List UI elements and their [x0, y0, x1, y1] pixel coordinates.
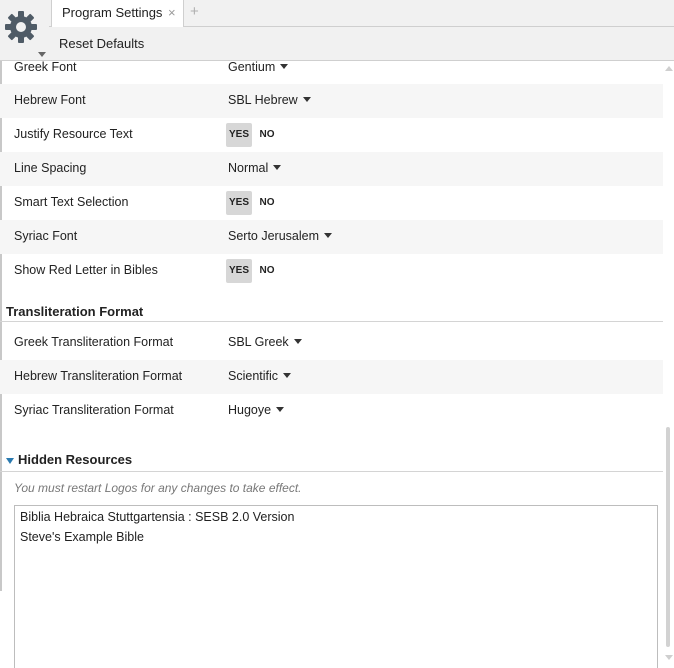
section-heading-hidden-resources: Hidden Resources	[18, 452, 133, 467]
toggle-no[interactable]: NO	[252, 123, 282, 147]
add-tab-icon[interactable]: +	[190, 3, 199, 20]
syriac-font-dropdown[interactable]: Serto Jerusalem	[228, 229, 333, 243]
hebrew-transliteration-dropdown[interactable]: Scientific	[228, 369, 292, 383]
tab-strip: Program Settings × +	[49, 0, 674, 27]
dropdown-value: SBL Greek	[228, 335, 289, 349]
dropdown-value: Gentium	[228, 61, 276, 74]
scroll-up-icon[interactable]	[665, 66, 673, 71]
red-letter-toggle: YES NO	[226, 259, 282, 283]
settings-panel: Greek Font Gentium Hebrew Font SBL Hebre…	[0, 61, 663, 668]
justify-text-toggle: YES NO	[226, 123, 282, 147]
setting-row: Hebrew Font SBL Hebrew	[0, 84, 663, 118]
setting-row: Line Spacing Normal	[0, 152, 663, 186]
setting-label: Show Red Letter in Bibles	[14, 263, 158, 277]
setting-row: Greek Font Gentium	[0, 61, 663, 85]
tab-label: Program Settings	[62, 5, 163, 20]
dropdown-arrow-icon	[280, 64, 289, 69]
top-toolbar: Program Settings × + Reset Defaults	[0, 0, 674, 61]
greek-transliteration-dropdown[interactable]: SBL Greek	[228, 335, 302, 349]
section-heading-transliteration: Transliteration Format	[6, 304, 144, 319]
dropdown-arrow-icon	[273, 165, 282, 170]
dropdown-arrow-icon	[293, 339, 302, 344]
setting-row: Show Red Letter in Bibles YES NO	[0, 254, 663, 288]
dropdown-value: Scientific	[228, 369, 279, 383]
setting-label: Syriac Font	[14, 229, 78, 243]
line-spacing-dropdown[interactable]: Normal	[228, 161, 282, 175]
dropdown-arrow-icon	[302, 97, 311, 102]
close-icon[interactable]: ×	[168, 5, 176, 20]
dropdown-value: Hugoye	[228, 403, 272, 417]
setting-row: Syriac Transliteration Format Hugoye	[0, 394, 663, 428]
tab-program-settings[interactable]: Program Settings ×	[51, 0, 184, 27]
restart-hint: You must restart Logos for any changes t…	[14, 481, 302, 495]
setting-row: Greek Transliteration Format SBL Greek	[0, 326, 663, 360]
dropdown-arrow-icon	[324, 233, 333, 238]
section-divider	[0, 321, 663, 322]
toggle-no[interactable]: NO	[252, 259, 282, 283]
toggle-yes[interactable]: YES	[226, 123, 252, 147]
setting-label: Hebrew Font	[14, 93, 86, 107]
list-item[interactable]: Steve's Example Bible	[15, 527, 657, 547]
hebrew-font-dropdown[interactable]: SBL Hebrew	[228, 93, 311, 107]
dropdown-value: Normal	[228, 161, 269, 175]
greek-font-dropdown[interactable]: Gentium	[228, 61, 289, 74]
list-item[interactable]: Biblia Hebraica Stuttgartensia : SESB 2.…	[15, 507, 657, 527]
setting-row: Hebrew Transliteration Format Scientific	[0, 360, 663, 394]
smart-selection-toggle: YES NO	[226, 191, 282, 215]
setting-label: Justify Resource Text	[14, 127, 133, 141]
setting-label: Greek Transliteration Format	[14, 335, 174, 349]
dropdown-arrow-icon	[276, 407, 285, 412]
toggle-no[interactable]: NO	[252, 191, 282, 215]
scroll-down-icon[interactable]	[665, 655, 673, 660]
setting-label: Smart Text Selection	[14, 195, 129, 209]
toggle-yes[interactable]: YES	[226, 191, 252, 215]
setting-label: Line Spacing	[14, 161, 87, 175]
toggle-yes[interactable]: YES	[226, 259, 252, 283]
scrollbar-thumb[interactable]	[666, 427, 670, 647]
dropdown-value: SBL Hebrew	[228, 93, 298, 107]
dropdown-arrow-icon	[283, 373, 292, 378]
reset-defaults-button[interactable]: Reset Defaults	[59, 36, 144, 51]
dropdown-value: Serto Jerusalem	[228, 229, 320, 243]
vertical-scrollbar[interactable]	[663, 61, 674, 668]
setting-row: Syriac Font Serto Jerusalem	[0, 220, 663, 254]
setting-label: Syriac Transliteration Format	[14, 403, 174, 417]
setting-label: Hebrew Transliteration Format	[14, 369, 183, 383]
section-divider	[0, 471, 663, 472]
setting-row: Justify Resource Text YES NO	[0, 118, 663, 152]
hidden-resources-list[interactable]: Biblia Hebraica Stuttgartensia : SESB 2.…	[14, 505, 658, 668]
setting-row: Smart Text Selection YES NO	[0, 186, 663, 220]
chevron-down-icon	[38, 52, 46, 57]
settings-menu-button[interactable]	[4, 10, 46, 57]
setting-label: Greek Font	[14, 61, 77, 74]
syriac-transliteration-dropdown[interactable]: Hugoye	[228, 403, 285, 417]
collapse-triangle-icon[interactable]	[6, 458, 14, 464]
gear-icon	[5, 11, 37, 43]
